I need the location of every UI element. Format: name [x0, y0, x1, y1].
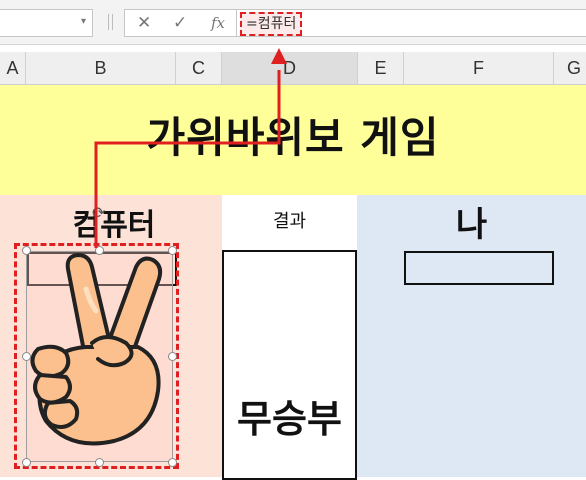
- column-header-g[interactable]: G: [554, 52, 586, 84]
- me-choice-box[interactable]: [404, 251, 554, 285]
- resize-handle-bottom-right[interactable]: [168, 458, 177, 467]
- formula-bar-separator: [112, 14, 113, 30]
- resize-handle-top-right[interactable]: [168, 246, 177, 255]
- resize-handle-left[interactable]: [22, 352, 31, 361]
- result-box[interactable]: [222, 250, 357, 480]
- formula-bar-separator: [108, 14, 109, 30]
- result-value: 무승부: [237, 397, 342, 441]
- column-header-d[interactable]: D: [222, 52, 358, 84]
- rotate-handle-icon[interactable]: ⟳: [92, 203, 105, 222]
- resize-handle-bottom-left[interactable]: [22, 458, 31, 467]
- cancel-icon[interactable]: ✕: [137, 13, 151, 33]
- column-header-a[interactable]: A: [0, 52, 26, 84]
- formula-input[interactable]: =컴퓨터: [236, 9, 586, 37]
- page-title: 가위바위보 게임: [146, 113, 440, 162]
- column-header-b[interactable]: B: [26, 52, 176, 84]
- column-header-row: A B C D E F G: [0, 52, 586, 85]
- enter-icon[interactable]: ✓: [173, 13, 187, 33]
- column-header-c[interactable]: C: [176, 52, 222, 84]
- computer-label: 컴퓨터: [72, 208, 156, 243]
- resize-handle-top-left[interactable]: [22, 246, 31, 255]
- me-label: 나: [455, 205, 488, 245]
- chevron-down-icon[interactable]: ▾: [81, 16, 86, 27]
- formula-bar: ▾ ✕ ✓ fx =컴퓨터: [0, 0, 586, 45]
- resize-handle-right[interactable]: [168, 352, 177, 361]
- resize-handle-top[interactable]: [95, 246, 104, 255]
- resize-handle-bottom[interactable]: [95, 458, 104, 467]
- column-header-e[interactable]: E: [358, 52, 404, 84]
- column-header-f[interactable]: F: [404, 52, 554, 84]
- name-box[interactable]: ▾: [0, 9, 93, 37]
- formula-buttons: ✕ ✓ fx: [124, 9, 237, 37]
- picture-selection-frame: [14, 243, 179, 469]
- result-label: 결과: [272, 211, 307, 232]
- insert-function-icon[interactable]: fx: [211, 14, 225, 32]
- formula-text: =컴퓨터: [240, 12, 303, 36]
